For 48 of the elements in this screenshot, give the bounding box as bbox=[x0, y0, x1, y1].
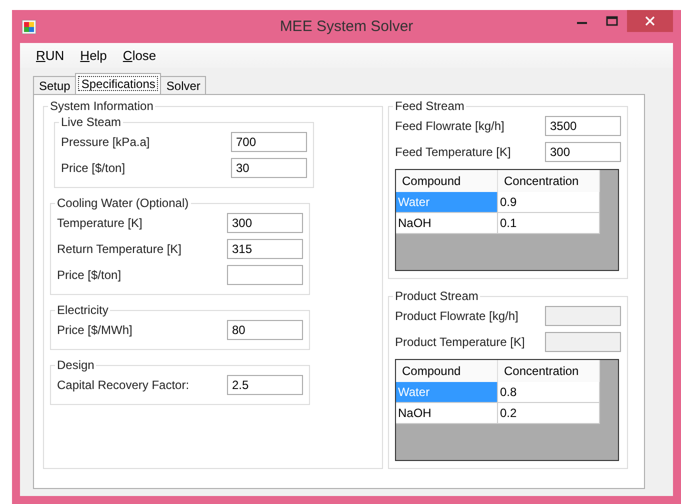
maximize-icon bbox=[606, 16, 618, 26]
column-header[interactable]: Concentration bbox=[498, 170, 600, 192]
group-title: Electricity bbox=[56, 303, 110, 317]
field-label: Pressure [kPa.a] bbox=[61, 135, 150, 149]
group-title: Cooling Water (Optional) bbox=[56, 196, 190, 210]
column-header[interactable]: Compound bbox=[396, 170, 498, 192]
grid-cell[interactable]: NaOH bbox=[396, 213, 498, 234]
close-button[interactable] bbox=[627, 10, 673, 32]
tab[interactable]: Specifications bbox=[75, 73, 162, 94]
menu-item[interactable]: Help bbox=[80, 48, 107, 63]
menu-item[interactable]: Close bbox=[122, 48, 156, 63]
field-label: Price [$/MWh] bbox=[57, 323, 132, 337]
group-title: Feed Stream bbox=[394, 99, 466, 113]
input-field[interactable]: 3500 bbox=[545, 116, 621, 136]
input-field[interactable]: 2.5 bbox=[227, 375, 303, 395]
group-title: System Information bbox=[49, 99, 154, 113]
field-label: Feed Flowrate [kg/h] bbox=[395, 119, 504, 133]
group-title: Live Steam bbox=[60, 115, 122, 129]
input-field[interactable]: 300 bbox=[545, 142, 621, 162]
input-field[interactable]: 300 bbox=[227, 213, 303, 233]
tab[interactable]: Solver bbox=[160, 76, 206, 94]
field-label: Price [$/ton] bbox=[61, 161, 126, 175]
grid-cell[interactable]: 0.8 bbox=[498, 382, 600, 403]
input-field[interactable]: 315 bbox=[227, 239, 303, 259]
group-title: Design bbox=[56, 358, 96, 372]
field-label: Capital Recovery Factor: bbox=[57, 378, 190, 392]
field-label: Return Temperature [K] bbox=[57, 242, 182, 256]
column-header[interactable]: Concentration bbox=[498, 360, 600, 382]
input-field[interactable]: 30 bbox=[231, 158, 307, 178]
field-label: Product Flowrate [kg/h] bbox=[395, 309, 518, 323]
input-field[interactable]: 80 bbox=[227, 320, 303, 340]
input-field[interactable] bbox=[227, 265, 303, 285]
window-title: MEE System Solver bbox=[280, 18, 414, 35]
menu-item[interactable]: RUN bbox=[36, 48, 64, 63]
tab[interactable]: Setup bbox=[33, 76, 76, 94]
input-field[interactable]: 700 bbox=[231, 132, 307, 152]
group-title: Product Stream bbox=[394, 289, 480, 303]
app-icon bbox=[22, 20, 36, 34]
field-label: Temperature [K] bbox=[57, 216, 142, 230]
field-label: Feed Temperature [K] bbox=[395, 145, 511, 159]
close-icon bbox=[645, 16, 655, 26]
grid-cell[interactable]: 0.1 bbox=[498, 213, 600, 234]
grid-cell[interactable]: NaOH bbox=[396, 403, 498, 424]
grid-cell[interactable]: 0.9 bbox=[498, 192, 600, 213]
field-label: Product Temperature [K] bbox=[395, 335, 525, 349]
column-header[interactable]: Compound bbox=[396, 360, 498, 382]
grid-cell[interactable]: 0.2 bbox=[498, 403, 600, 424]
field-label: Price [$/ton] bbox=[57, 268, 122, 282]
